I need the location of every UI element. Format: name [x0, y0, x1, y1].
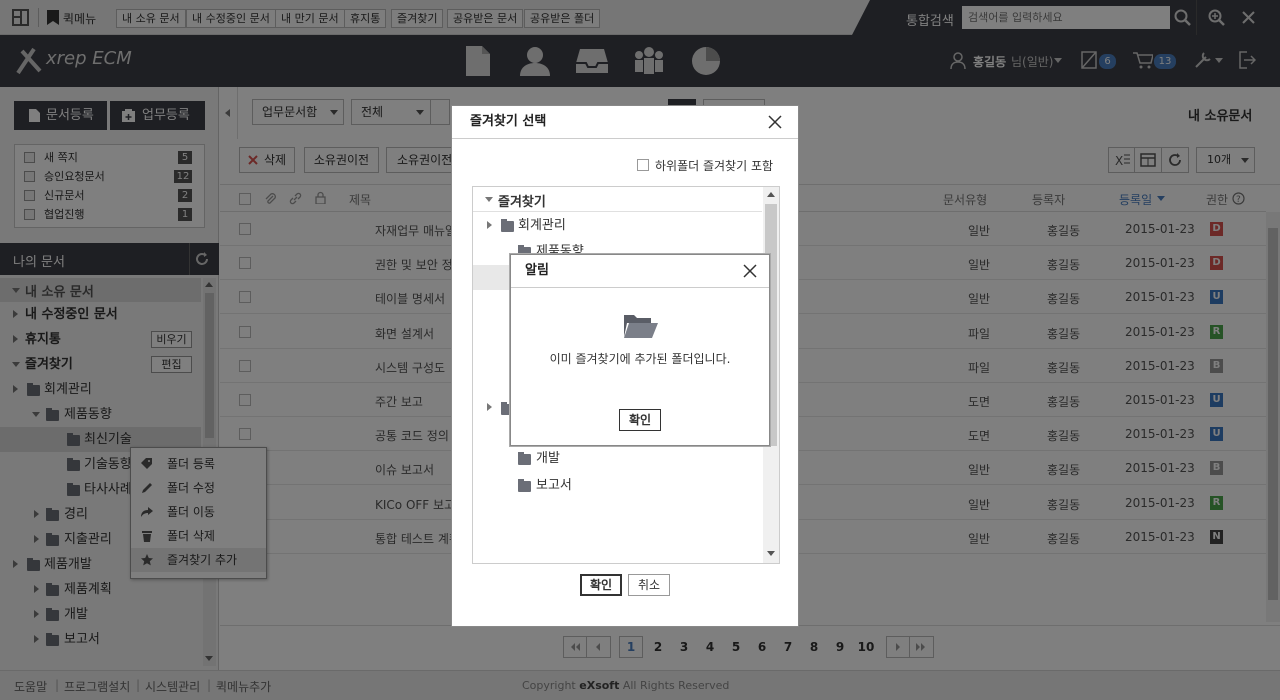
fav-cancel-button[interactable]: 취소 [628, 574, 670, 596]
fav-root[interactable]: 즐겨찾기 [473, 187, 762, 212]
folder-icon [518, 479, 531, 492]
close-icon[interactable] [743, 264, 757, 278]
folder-icon [501, 219, 514, 232]
fav-node-report[interactable]: 보고서 [473, 473, 762, 498]
alert-dialog: 알림 이미 즐겨찾기에 추가된 폴더입니다. 확인 [510, 254, 770, 446]
fav-node-accounting[interactable]: 회계관리 [473, 213, 762, 238]
include-subfolders-label: 하위폴더 즐겨찾기 포함 [655, 159, 774, 173]
alert-ok-button[interactable]: 확인 [619, 409, 661, 431]
favorites-dialog-title: 즐겨찾기 선택 [452, 106, 798, 139]
alert-message: 이미 즐겨찾기에 추가된 폴더입니다. [549, 352, 731, 366]
folder-icon [518, 452, 531, 465]
alert-title: 알림 [511, 255, 769, 288]
fav-collapsed-arrow[interactable] [487, 403, 492, 411]
fav-confirm-button[interactable]: 확인 [580, 574, 622, 596]
fav-node-development[interactable]: 개발 [473, 446, 762, 471]
include-subfolders-checkbox[interactable] [637, 159, 649, 171]
folder-open-icon [623, 311, 659, 339]
close-icon[interactable] [768, 115, 782, 129]
